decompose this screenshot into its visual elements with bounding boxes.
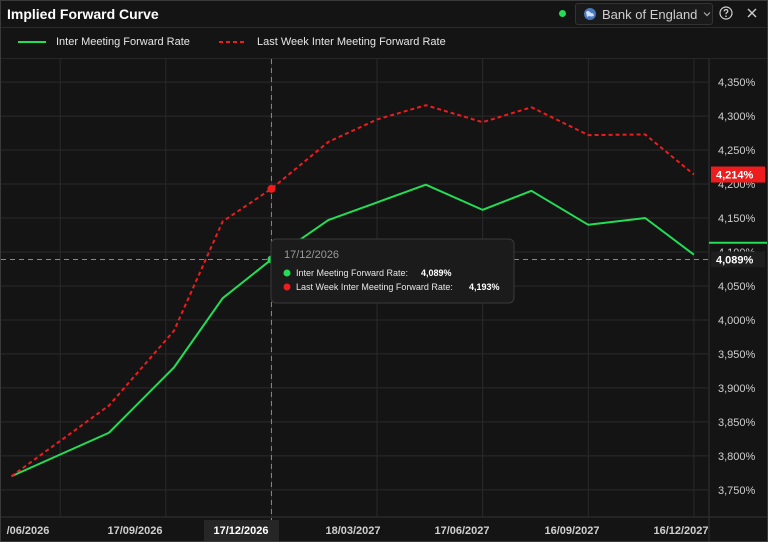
tooltip-dot: [283, 269, 291, 277]
chart-window: Implied Forward Curve Bank of England In…: [0, 0, 768, 542]
x-tick-label: 17/06/2027: [434, 525, 489, 537]
y-tick-label: 4,350%: [718, 77, 756, 89]
chart-plot[interactable]: 3,750% 3,800% 3,850% 3,900% 3,950% 4,000% 4,05…: [1, 1, 767, 541]
y-tick-label: 4,000%: [718, 315, 756, 327]
crosshair-date-label: 17/12/2026: [213, 525, 268, 537]
x-tick-label: 17/09/2026: [107, 525, 162, 537]
y-tick-label: 3,800%: [718, 451, 756, 463]
y-tick-label: 3,750%: [718, 485, 756, 497]
x-tick-label: 16/09/2027: [544, 525, 599, 537]
series-line-inter-meeting: [11, 183, 695, 478]
tooltip-row-label: Last Week Inter Meeting Forward Rate:: [296, 282, 453, 292]
y-tick-label: 4,050%: [718, 281, 756, 293]
y-tick-label: 3,950%: [718, 349, 756, 361]
tooltip-dot: [283, 283, 291, 291]
tooltip-row-label: Inter Meeting Forward Rate:: [296, 268, 408, 278]
data-point-last-week[interactable]: [267, 184, 276, 193]
last-value-label-last-week: 4,214%: [716, 170, 754, 182]
y-tick-label: 4,300%: [718, 111, 756, 123]
tooltip-date: 17/12/2026: [284, 249, 339, 261]
y-tick-label: 4,150%: [718, 213, 756, 225]
crosshair-value-label: 4,089%: [716, 254, 754, 266]
x-tick-label: /06/2026: [7, 525, 50, 537]
tooltip-row-value: 4,193%: [469, 282, 500, 292]
y-tick-label: 3,850%: [718, 417, 756, 429]
x-tick-label: 18/03/2027: [325, 525, 380, 537]
y-tick-label: 3,900%: [718, 383, 756, 395]
y-tick-label: 4,250%: [718, 145, 756, 157]
tooltip-row-value: 4,089%: [421, 268, 452, 278]
x-tick-label: 16/12/2027: [653, 525, 708, 537]
